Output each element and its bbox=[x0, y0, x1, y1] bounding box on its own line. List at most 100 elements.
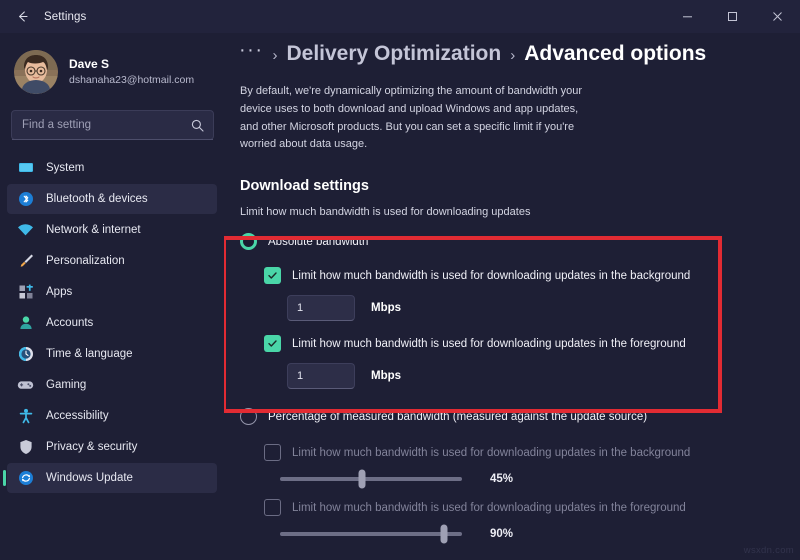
main-content: ··· › Delivery Optimization › Advanced o… bbox=[224, 33, 800, 560]
apps-grid-icon bbox=[17, 284, 34, 301]
sidebar-item-gaming[interactable]: Gaming bbox=[7, 370, 217, 400]
absolute-background-checkbox[interactable] bbox=[264, 267, 281, 284]
wifi-icon bbox=[17, 222, 34, 239]
maximize-button[interactable] bbox=[710, 0, 755, 33]
checkmark-icon bbox=[267, 270, 278, 281]
percentage-background-slider bbox=[280, 477, 462, 481]
percentage-foreground-slider-row: 90% bbox=[280, 528, 800, 540]
sidebar-item-label: System bbox=[46, 162, 84, 174]
absolute-foreground-unit: Mbps bbox=[371, 370, 401, 382]
accessibility-person-icon bbox=[17, 408, 34, 425]
percentage-background-checkbox-row: Limit how much bandwidth is used for dow… bbox=[264, 444, 800, 461]
sidebar-item-label: Bluetooth & devices bbox=[46, 193, 148, 205]
window-controls bbox=[665, 0, 800, 33]
sidebar-item-label: Accounts bbox=[46, 317, 93, 329]
percentage-foreground-checkbox bbox=[264, 499, 281, 516]
sidebar-item-label: Privacy & security bbox=[46, 441, 137, 453]
absolute-background-input-box[interactable] bbox=[287, 295, 355, 321]
absolute-background-label: Limit how much bandwidth is used for dow… bbox=[292, 270, 690, 282]
sidebar-item-label: Gaming bbox=[46, 379, 86, 391]
bluetooth-icon bbox=[17, 191, 34, 208]
back-button[interactable] bbox=[6, 2, 38, 32]
checkmark-icon bbox=[267, 338, 278, 349]
sidebar-item-label: Time & language bbox=[46, 348, 133, 360]
percentage-foreground-value: 90% bbox=[490, 528, 513, 540]
breadcrumb-parent-link[interactable]: Delivery Optimization bbox=[286, 42, 501, 66]
percentage-bandwidth-option[interactable]: Percentage of measured bandwidth (measur… bbox=[240, 408, 800, 425]
display-monitor-icon bbox=[17, 160, 34, 177]
sidebar-item-system[interactable]: System bbox=[7, 153, 217, 183]
clock-globe-icon bbox=[17, 346, 34, 363]
absolute-background-input[interactable] bbox=[288, 296, 354, 320]
slider-thumb bbox=[440, 525, 447, 544]
absolute-background-checkbox-row[interactable]: Limit how much bandwidth is used for dow… bbox=[264, 267, 800, 284]
absolute-foreground-value-row: Mbps bbox=[287, 363, 800, 389]
percentage-background-label: Limit how much bandwidth is used for dow… bbox=[292, 447, 690, 459]
absolute-bandwidth-radio[interactable] bbox=[240, 233, 257, 250]
absolute-background-value-row: Mbps bbox=[287, 295, 800, 321]
absolute-bandwidth-option[interactable]: Absolute bandwidth bbox=[240, 233, 800, 250]
percentage-background-checkbox bbox=[264, 444, 281, 461]
sidebar-item-label: Accessibility bbox=[46, 410, 109, 422]
search-box[interactable] bbox=[11, 110, 214, 140]
user-avatar-photo bbox=[14, 50, 58, 94]
close-icon bbox=[772, 11, 783, 22]
sidebar-item-apps[interactable]: Apps bbox=[7, 277, 217, 307]
percentage-bandwidth-label: Percentage of measured bandwidth (measur… bbox=[268, 411, 647, 423]
sidebar-nav: System Bluetooth & devices Network bbox=[0, 153, 224, 493]
sidebar-item-network-internet[interactable]: Network & internet bbox=[7, 215, 217, 245]
close-button[interactable] bbox=[755, 0, 800, 33]
absolute-foreground-label: Limit how much bandwidth is used for dow… bbox=[292, 338, 686, 350]
sidebar-item-privacy-security[interactable]: Privacy & security bbox=[7, 432, 217, 462]
download-settings-subheading: Limit how much bandwidth is used for dow… bbox=[240, 206, 800, 218]
minimize-icon bbox=[682, 11, 693, 22]
back-arrow-icon bbox=[15, 9, 30, 24]
percentage-foreground-slider bbox=[280, 532, 462, 536]
percentage-foreground-label: Limit how much bandwidth is used for dow… bbox=[292, 502, 686, 514]
gamepad-icon bbox=[17, 377, 34, 394]
sidebar-item-windows-update[interactable]: Windows Update bbox=[7, 463, 217, 493]
breadcrumb: ··· › Delivery Optimization › Advanced o… bbox=[224, 33, 800, 66]
maximize-icon bbox=[727, 11, 738, 22]
percentage-background-slider-row: 45% bbox=[280, 473, 800, 485]
search-input[interactable] bbox=[12, 119, 191, 131]
sidebar-item-label: Windows Update bbox=[46, 472, 133, 484]
avatar bbox=[14, 50, 58, 94]
sidebar-item-bluetooth-devices[interactable]: Bluetooth & devices bbox=[7, 184, 217, 214]
absolute-foreground-input-box[interactable] bbox=[287, 363, 355, 389]
search-icon bbox=[191, 119, 204, 132]
person-icon bbox=[17, 315, 34, 332]
watermark: wsxdn.com bbox=[744, 545, 794, 556]
account-name: Dave S bbox=[69, 57, 194, 72]
sidebar-item-accounts[interactable]: Accounts bbox=[7, 308, 217, 338]
absolute-foreground-checkbox-row[interactable]: Limit how much bandwidth is used for dow… bbox=[264, 335, 800, 352]
sidebar: Dave S dshanaha23@hotmail.com bbox=[0, 33, 224, 560]
absolute-foreground-input[interactable] bbox=[288, 364, 354, 388]
settings-window: Settings bbox=[0, 0, 800, 560]
account-email: dshanaha23@hotmail.com bbox=[69, 74, 194, 87]
sidebar-item-label: Personalization bbox=[46, 255, 125, 267]
sidebar-item-accessibility[interactable]: Accessibility bbox=[7, 401, 217, 431]
account-header[interactable]: Dave S dshanaha23@hotmail.com bbox=[0, 33, 224, 99]
absolute-bandwidth-label: Absolute bandwidth bbox=[268, 236, 368, 248]
shield-icon bbox=[17, 439, 34, 456]
percentage-background-value: 45% bbox=[490, 473, 513, 485]
window-title: Settings bbox=[44, 11, 86, 23]
download-settings-heading: Download settings bbox=[240, 178, 800, 194]
sidebar-item-label: Apps bbox=[46, 286, 72, 298]
absolute-foreground-checkbox[interactable] bbox=[264, 335, 281, 352]
sidebar-item-label: Network & internet bbox=[46, 224, 141, 236]
slider-thumb bbox=[358, 470, 365, 489]
percentage-bandwidth-radio[interactable] bbox=[240, 408, 257, 425]
page-title: Advanced options bbox=[524, 42, 706, 66]
account-text: Dave S dshanaha23@hotmail.com bbox=[69, 57, 194, 87]
paintbrush-icon bbox=[17, 253, 34, 270]
breadcrumb-overflow-button[interactable]: ··· bbox=[239, 40, 263, 60]
absolute-background-unit: Mbps bbox=[371, 302, 401, 314]
refresh-circle-icon bbox=[17, 470, 34, 487]
minimize-button[interactable] bbox=[665, 0, 710, 33]
percentage-foreground-checkbox-row: Limit how much bandwidth is used for dow… bbox=[264, 499, 800, 516]
sidebar-item-time-language[interactable]: Time & language bbox=[7, 339, 217, 369]
sidebar-item-personalization[interactable]: Personalization bbox=[7, 246, 217, 276]
breadcrumb-separator-icon: › bbox=[510, 47, 515, 64]
